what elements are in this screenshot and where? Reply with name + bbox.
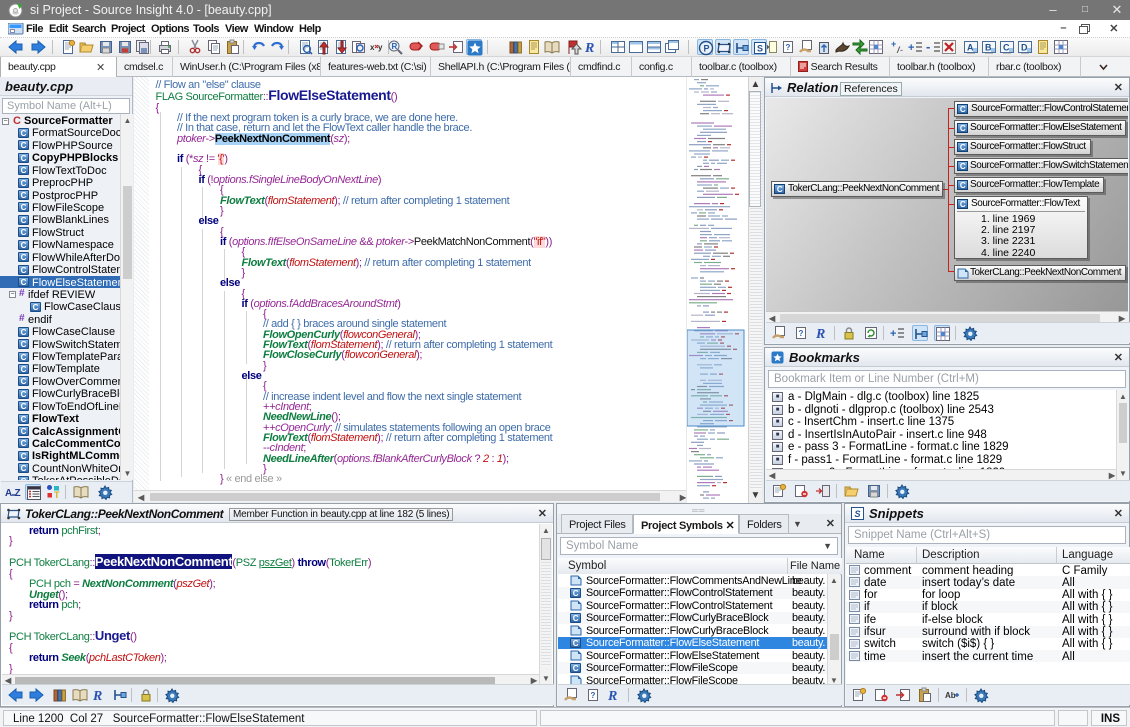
svg-text:?: ? xyxy=(591,691,596,700)
svg-text:x: x xyxy=(370,43,375,52)
svg-text:A: A xyxy=(5,488,12,499)
svg-text:P: P xyxy=(704,44,710,54)
svg-text:R: R xyxy=(607,689,617,703)
svg-text:B: B xyxy=(985,43,992,53)
svg-text:A: A xyxy=(967,43,974,53)
svg-text:C: C xyxy=(1003,43,1010,53)
svg-text:?: ? xyxy=(786,43,791,52)
svg-text:S: S xyxy=(855,509,861,519)
svg-text:-: - xyxy=(900,45,903,55)
svg-text:Ab: Ab xyxy=(945,691,956,700)
svg-text:+: + xyxy=(890,328,896,340)
svg-text:+: + xyxy=(908,42,914,54)
svg-text:Z: Z xyxy=(15,488,21,499)
svg-text:D: D xyxy=(1021,43,1028,53)
svg-text:+: + xyxy=(891,39,896,49)
svg-text:R: R xyxy=(584,41,594,55)
svg-text:S: S xyxy=(757,44,763,54)
svg-text:y: y xyxy=(378,43,383,52)
svg-text:R: R xyxy=(92,689,102,703)
svg-text:-: - xyxy=(926,39,930,54)
svg-text:R: R xyxy=(815,327,825,341)
svg-text:R: R xyxy=(392,42,398,51)
svg-text:T: T xyxy=(54,490,60,500)
svg-text:?: ? xyxy=(799,329,804,338)
